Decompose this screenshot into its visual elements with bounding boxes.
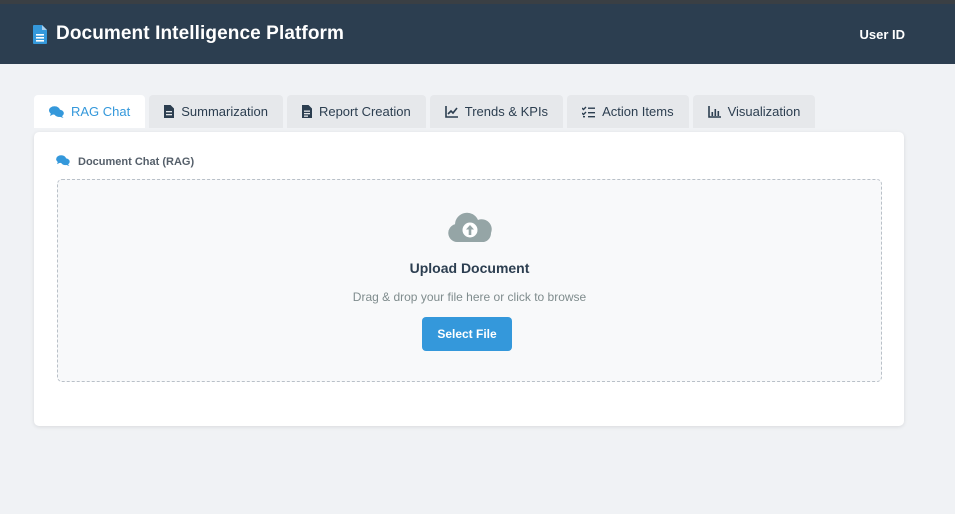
- chat-bubbles-icon: [56, 155, 70, 169]
- tab-summarization[interactable]: Summarization: [149, 95, 283, 128]
- tab-action-items[interactable]: Action Items: [567, 95, 689, 128]
- section-title: Document Chat (RAG): [78, 156, 195, 168]
- upload-dropzone[interactable]: Upload Document Drag & drop your file he…: [57, 179, 882, 382]
- bar-chart-icon: [707, 105, 721, 118]
- tab-label: Summarization: [181, 104, 268, 119]
- rag-chat-panel: Document Chat (RAG) Upload Document Drag…: [34, 132, 904, 426]
- tab-report-creation[interactable]: Report Creation: [286, 95, 426, 128]
- tab-label: Action Items: [602, 104, 674, 119]
- line-chart-icon: [444, 105, 458, 118]
- section-heading: Document Chat (RAG): [56, 155, 194, 169]
- brand: Document Intelligence Platform: [33, 23, 344, 45]
- file-document-icon: [33, 24, 47, 44]
- tab-bar: RAG Chat Summarization Report Creation T…: [34, 95, 816, 128]
- app-header: Document Intelligence Platform User ID: [0, 4, 955, 64]
- tab-rag-chat[interactable]: RAG Chat: [34, 95, 146, 128]
- select-file-button[interactable]: Select File: [422, 317, 512, 351]
- upload-hint: Drag & drop your file here or click to b…: [352, 290, 587, 304]
- report-file-icon: [301, 105, 312, 118]
- tab-label: Trends & KPIs: [464, 104, 549, 119]
- app-title: Document Intelligence Platform: [56, 23, 345, 44]
- tab-label: RAG Chat: [71, 104, 131, 119]
- file-icon: [164, 105, 175, 118]
- tab-visualization[interactable]: Visualization: [692, 95, 816, 128]
- cloud-upload-icon: [447, 211, 493, 248]
- tab-label: Report Creation: [318, 104, 411, 119]
- user-id-menu[interactable]: User ID: [859, 27, 905, 42]
- upload-title: Upload Document: [409, 260, 530, 276]
- checklist-icon: [582, 106, 596, 118]
- tab-trends-kpis[interactable]: Trends & KPIs: [429, 95, 564, 128]
- tab-label: Visualization: [727, 104, 801, 119]
- chat-bubbles-icon: [49, 105, 64, 118]
